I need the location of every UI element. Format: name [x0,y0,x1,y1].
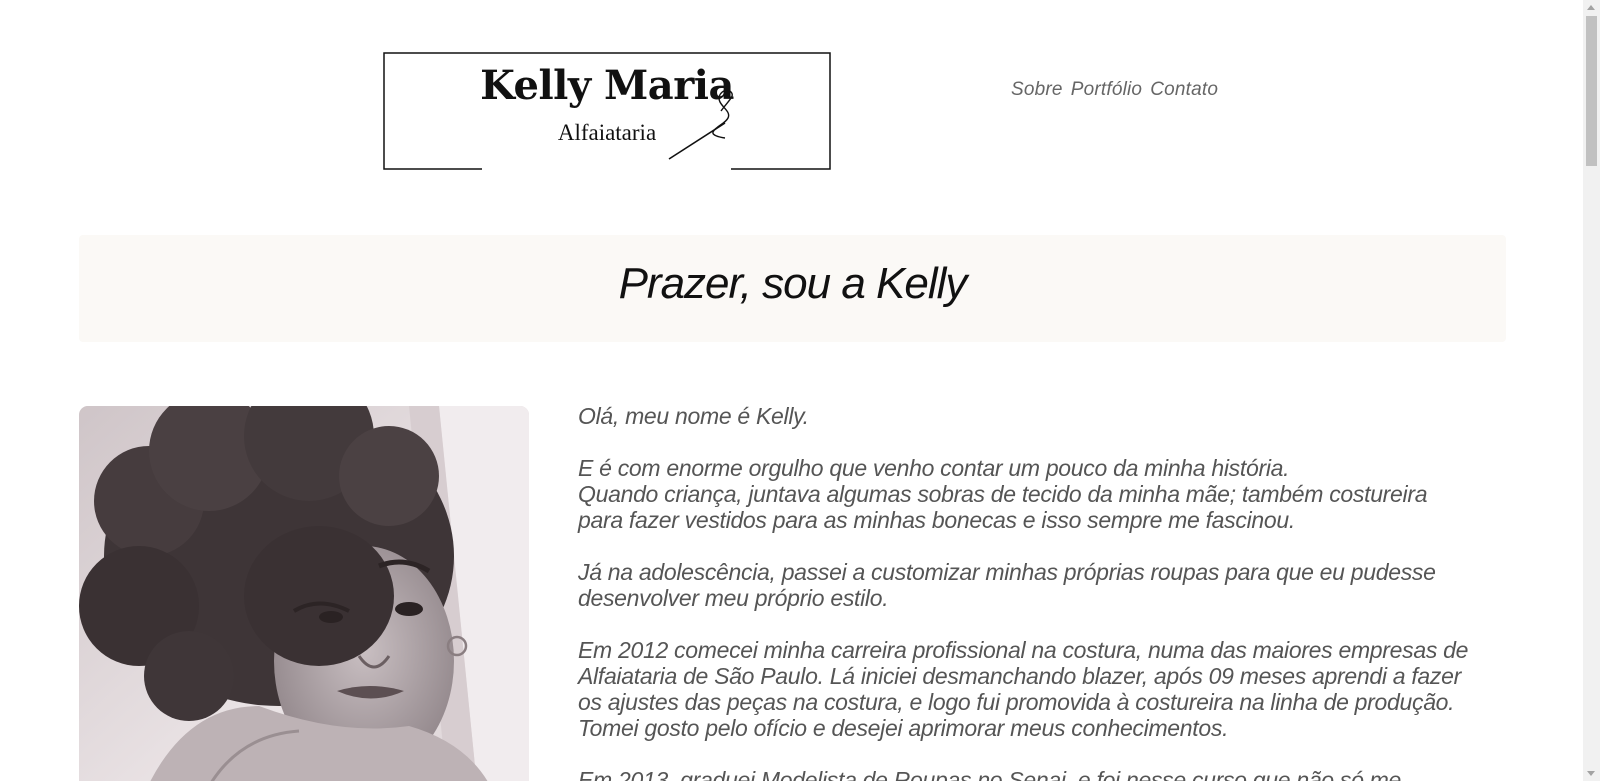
page-viewport: Kelly Maria Alfaiataria Sobre Portfólio … [0,0,1583,781]
intro-banner: Prazer, sou a Kelly [79,235,1506,342]
scroll-down-arrow-icon[interactable] [1587,771,1595,776]
banner-title: Prazer, sou a Kelly [618,259,968,308]
about-paragraph: Olá, meu nome é Kelly. [578,403,809,429]
portrait-image [79,406,529,781]
about-paragraph: E é com enorme orgulho que venho contar … [578,455,1428,533]
profile-photo [79,406,529,781]
nav-link-portfolio[interactable]: Portfólio [1071,79,1143,101]
brand-logo[interactable]: Kelly Maria Alfaiataria [383,52,831,170]
scroll-up-arrow-icon[interactable] [1587,5,1595,10]
about-paragraph: Já na adolescência, passei a customizar … [578,559,1436,611]
nav-link-sobre[interactable]: Sobre [1011,79,1063,101]
needle-thread-icon [668,89,733,160]
main-nav: Sobre Portfólio Contato [1011,79,1218,101]
vertical-scrollbar[interactable] [1583,0,1600,781]
about-paragraph: Em 2013, graduei Modelista de Roupas no … [578,767,1402,781]
about-paragraph: Em 2012 comecei minha carreira profissio… [578,637,1469,741]
nav-link-contato[interactable]: Contato [1150,79,1218,101]
scrollbar-thumb[interactable] [1586,16,1597,166]
about-text: Olá, meu nome é Kelly. E é com enorme or… [578,403,1478,781]
